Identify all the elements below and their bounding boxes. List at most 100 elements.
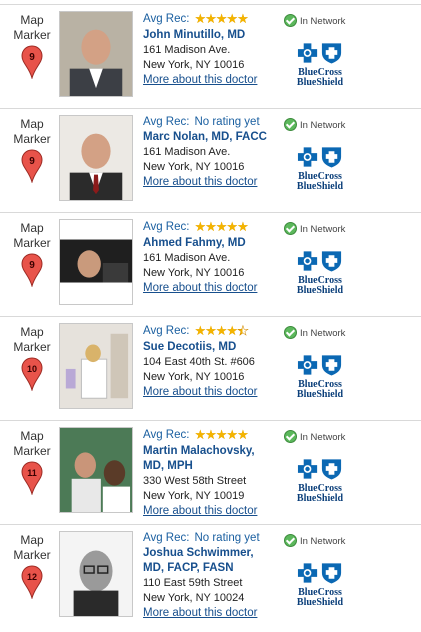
map-marker[interactable]: Map Marker 10 <box>10 325 54 391</box>
map-pin-icon[interactable]: 9 <box>21 45 43 79</box>
star-icon: ★ <box>194 427 206 442</box>
star-icon: ★ <box>205 323 217 338</box>
star-icon: ★ <box>205 11 217 26</box>
doctor-info: Avg Rec: ★★★★★ Martin Malachovsky, MD, MPH 3… <box>143 427 283 519</box>
bluecross-blueshield-logo-icon <box>297 43 342 64</box>
star-icon: ★ <box>237 11 249 26</box>
map-pin-icon[interactable]: 12 <box>21 565 43 599</box>
map-pin-number: 9 <box>29 260 35 271</box>
doctor-address-line: New York, NY 10024 <box>143 592 245 604</box>
map-pin-number: 9 <box>29 156 35 167</box>
star-rating: ★★★★★ <box>194 219 249 236</box>
avg-rec-label: Avg Rec: <box>143 116 190 128</box>
map-marker-label: Marker <box>13 132 51 146</box>
doctor-result-row: Map Marker 12 Avg Rec: No rating yet Joshua S… <box>0 524 421 628</box>
check-circle-icon <box>284 430 297 443</box>
doctor-name-link[interactable]: Martin Malachovsky, <box>143 444 283 459</box>
map-marker[interactable]: Map Marker 9 <box>10 221 54 287</box>
map-marker-label: Marker <box>13 236 51 250</box>
map-marker-label: Marker <box>13 28 51 42</box>
star-icon: ★ <box>194 219 206 234</box>
in-network-label: In Network <box>300 432 346 443</box>
more-about-doctor-link[interactable]: More about this doctor <box>143 281 283 296</box>
doctor-info: Avg Rec: No rating yet Joshua Schwimmer, MD… <box>143 531 283 621</box>
doctor-address-line: New York, NY 10016 <box>143 371 245 383</box>
in-network-label: In Network <box>300 16 346 27</box>
doctor-name-link[interactable]: John Minutillo, MD <box>143 28 283 43</box>
doctor-address-line: New York, NY 10016 <box>143 161 245 173</box>
avg-rec-label: Avg Rec: <box>143 13 190 25</box>
in-network-status: In Network <box>284 326 345 339</box>
in-network-status: In Network <box>284 14 345 27</box>
more-about-doctor-link[interactable]: More about this doctor <box>143 385 283 400</box>
insurer-name: BlueCross BlueShield <box>296 379 344 400</box>
star-icon: ★ <box>194 323 206 338</box>
doctor-address-line: 110 East 59th Street <box>143 577 243 589</box>
check-circle-icon <box>284 326 297 339</box>
map-pin-number: 9 <box>29 52 35 63</box>
star-icon: ★ <box>226 11 238 26</box>
star-rating: ★★★★★ <box>194 323 249 340</box>
avg-rec-label: Avg Rec: <box>143 221 190 233</box>
star-rating: ★★★★★ <box>194 427 248 444</box>
star-icon: ★ <box>215 427 228 442</box>
star-icon: ★ <box>205 219 217 234</box>
doctor-address-line: New York, NY 10019 <box>143 490 245 502</box>
map-marker-label: Map <box>20 221 44 235</box>
map-marker-label: Marker <box>13 340 51 354</box>
insurer-name: BlueCross BlueShield <box>296 587 344 608</box>
map-marker-label: Marker <box>13 444 51 458</box>
map-pin-icon[interactable]: 11 <box>21 461 43 495</box>
star-icon: ★ <box>237 323 249 339</box>
doctor-info: Avg Rec: ★★★★★ John Minutillo, MD 161 Madis… <box>143 11 283 88</box>
doctor-photo[interactable] <box>59 531 133 617</box>
map-pin-icon[interactable]: 10 <box>21 357 43 391</box>
map-pin-number: 10 <box>27 364 37 374</box>
bluecross-blueshield-logo-icon <box>297 563 342 584</box>
doctor-info: Avg Rec: ★★★★★ Sue Decotiis, MD 104 East 40… <box>143 323 283 400</box>
doctor-photo[interactable] <box>59 11 133 97</box>
map-pin-number: 11 <box>27 468 37 478</box>
avg-rec-label: Avg Rec: <box>143 429 190 441</box>
insurer-logo: BlueCross BlueShield <box>290 145 350 192</box>
avg-rec-label: Avg Rec: <box>143 325 190 337</box>
map-marker-label: Map <box>20 325 44 339</box>
doctor-name-link[interactable]: Ahmed Fahmy, MD <box>143 236 283 251</box>
map-marker[interactable]: Map Marker 12 <box>10 533 54 599</box>
avg-rec: Avg Rec: ★★★★★ <box>143 427 283 444</box>
star-icon: ★ <box>215 11 228 26</box>
doctor-address-line: 104 East 40th St. #606 <box>143 356 255 368</box>
bluecross-blueshield-logo-icon <box>297 459 342 480</box>
map-marker[interactable]: Map Marker 9 <box>10 13 54 79</box>
more-about-doctor-link[interactable]: More about this doctor <box>143 73 283 88</box>
map-pin-icon[interactable]: 9 <box>21 149 43 183</box>
more-about-doctor-link[interactable]: More about this doctor <box>143 606 283 621</box>
doctor-name-link[interactable]: Sue Decotiis, MD <box>143 340 283 355</box>
more-about-doctor-link[interactable]: More about this doctor <box>143 504 283 519</box>
map-marker[interactable]: Map Marker 11 <box>10 429 54 495</box>
insurer-logo: BlueCross BlueShield <box>290 353 350 400</box>
doctor-photo[interactable] <box>59 219 133 305</box>
map-marker[interactable]: Map Marker 9 <box>10 117 54 183</box>
doctor-photo[interactable] <box>59 323 133 409</box>
avg-rec: Avg Rec: No rating yet <box>143 115 283 130</box>
star-icon: ★ <box>226 427 238 442</box>
more-about-doctor-link[interactable]: More about this doctor <box>143 175 283 190</box>
in-network-label: In Network <box>300 224 346 235</box>
doctor-name-link[interactable]: Marc Nolan, MD, FACC <box>143 130 283 145</box>
in-network-status: In Network <box>284 118 345 131</box>
doctor-name-link[interactable]: MD, MPH <box>143 459 283 474</box>
check-circle-icon <box>284 534 297 547</box>
in-network-label: In Network <box>300 536 346 547</box>
bluecross-blueshield-logo-icon <box>297 355 342 376</box>
no-rating-text: No rating yet <box>194 532 260 544</box>
insurer-logo: BlueCross BlueShield <box>290 561 350 608</box>
doctor-photo[interactable] <box>59 115 133 201</box>
doctor-address-line: 161 Madison Ave. <box>143 44 231 56</box>
map-marker-label: Map <box>20 13 44 27</box>
doctor-name-link[interactable]: MD, FACP, FASN <box>143 561 283 576</box>
doctor-name-link[interactable]: Joshua Schwimmer, <box>143 546 283 561</box>
doctor-photo[interactable] <box>59 427 133 513</box>
star-icon: ★ <box>237 219 249 234</box>
map-pin-icon[interactable]: 9 <box>21 253 43 287</box>
